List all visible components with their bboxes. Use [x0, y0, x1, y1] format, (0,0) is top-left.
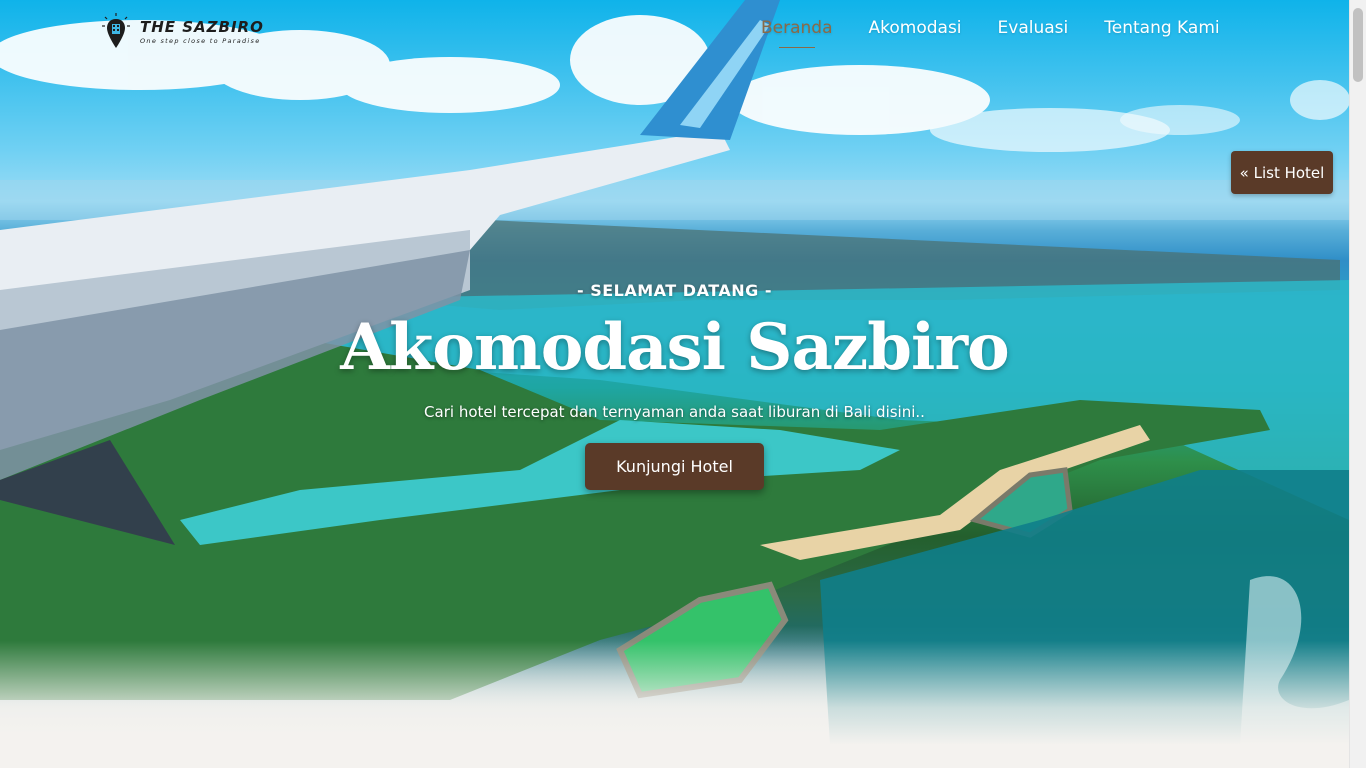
vertical-scrollbar[interactable] — [1349, 0, 1366, 768]
brand-tagline: One step close to Paradise — [140, 36, 261, 45]
brand-logo[interactable]: THE SAZBIRO One step close to Paradise — [100, 12, 264, 50]
page-content-start — [0, 745, 1349, 768]
brand-texts: THE SAZBIRO One step close to Paradise — [140, 18, 264, 45]
brand-name: THE SAZBIRO — [140, 17, 264, 36]
nav-item-tentang-kami[interactable]: Tentang Kami — [1104, 18, 1219, 48]
scrollbar-thumb[interactable] — [1353, 8, 1363, 82]
nav-item-beranda[interactable]: Beranda — [761, 18, 833, 48]
welcome-text: - SELAMAT DATANG - — [577, 281, 772, 300]
map-pin-hotel-icon — [102, 13, 130, 48]
main-nav: Beranda Akomodasi Evaluasi Tentang Kami — [761, 18, 1220, 48]
nav-item-evaluasi[interactable]: Evaluasi — [998, 18, 1069, 48]
visit-hotel-button[interactable]: Kunjungi Hotel — [585, 443, 764, 490]
hero-title: Akomodasi Sazbiro — [340, 310, 1009, 385]
list-hotel-button[interactable]: « List Hotel — [1231, 151, 1333, 194]
nav-item-akomodasi[interactable]: Akomodasi — [869, 18, 962, 48]
page-viewport: THE SAZBIRO One step close to Paradise B… — [0, 0, 1349, 768]
hero-subtitle: Cari hotel tercepat dan ternyaman anda s… — [424, 403, 925, 421]
